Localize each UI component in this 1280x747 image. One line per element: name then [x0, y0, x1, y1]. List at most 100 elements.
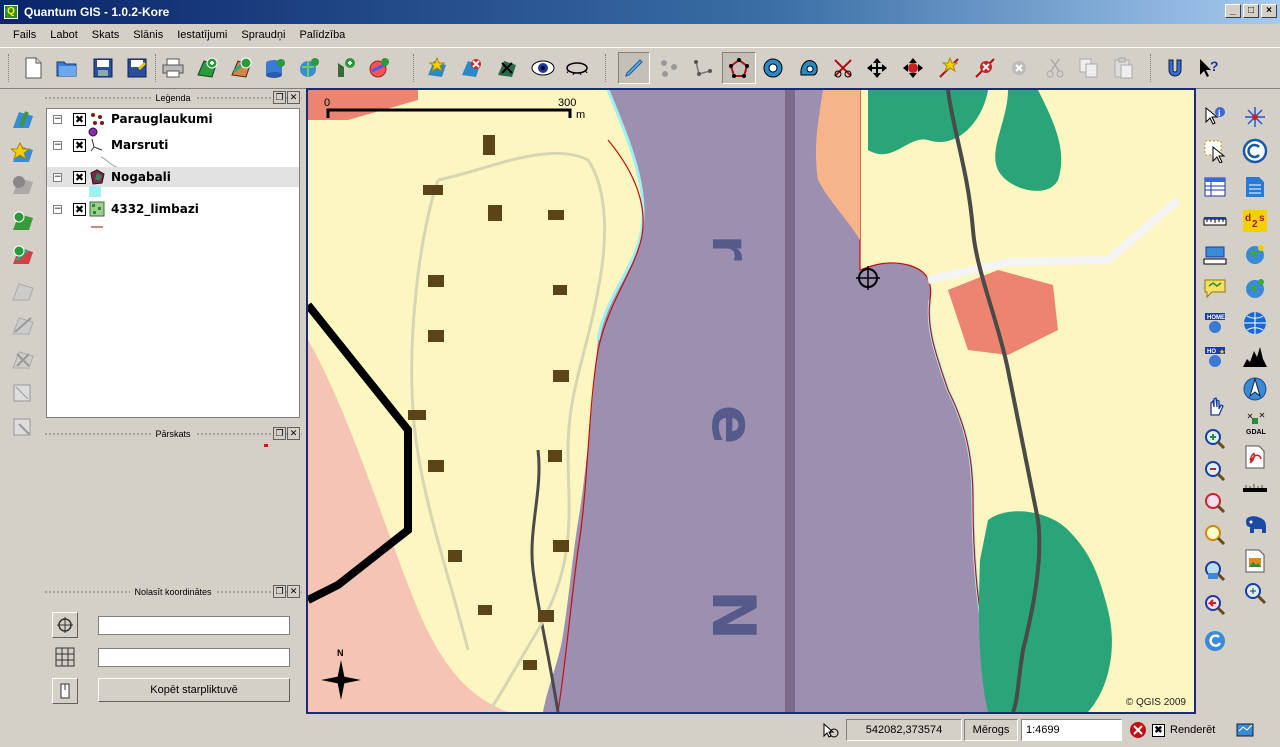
maximize-button[interactable]: □ — [1243, 4, 1259, 18]
layer-visibility-checkbox[interactable]: ✖ — [73, 170, 86, 184]
map-crs-coordinate-field[interactable] — [98, 616, 290, 635]
delete-vertex-icon[interactable] — [970, 53, 1000, 83]
projection-status-icon[interactable] — [1234, 719, 1256, 741]
image-export-icon[interactable] — [1240, 546, 1270, 576]
toggle-editing-icon[interactable] — [618, 52, 650, 84]
attribute-table-icon[interactable] — [1200, 172, 1230, 202]
show-all-layers-icon[interactable] — [528, 53, 558, 83]
zoom-out-icon[interactable] — [1200, 456, 1230, 486]
whats-this-icon[interactable]: ? — [1194, 53, 1224, 83]
measure-line-icon[interactable] — [1200, 206, 1230, 236]
collapse-icon[interactable]: − — [53, 172, 62, 182]
north-arrow-icon[interactable] — [1240, 374, 1270, 404]
close-panel-icon[interactable]: ✕ — [287, 427, 300, 440]
postgis-elephant-icon[interactable] — [1240, 510, 1270, 540]
zoom-full-icon[interactable] — [1200, 520, 1230, 550]
close-panel-icon[interactable]: ✕ — [287, 585, 300, 598]
coordinate-toggle-icon[interactable] — [818, 719, 842, 741]
add-ring-icon[interactable] — [758, 53, 788, 83]
crosshair-icon[interactable] — [52, 612, 78, 638]
select-features-icon[interactable] — [1200, 136, 1230, 166]
toolbar-grip[interactable] — [8, 54, 11, 82]
stop-render-icon[interactable] — [1127, 719, 1149, 741]
menu-settings[interactable]: Iestatījumi — [170, 29, 234, 41]
close-panel-icon[interactable]: ✕ — [287, 91, 300, 104]
save-project-icon[interactable] — [88, 53, 118, 83]
menu-help[interactable]: Palīdzība — [292, 29, 352, 41]
float-panel-icon[interactable]: ❐ — [273, 427, 286, 440]
collapse-icon[interactable]: − — [53, 114, 62, 124]
spatial-bookmark-home-icon[interactable]: HOME — [1200, 308, 1230, 338]
add-raster-icon[interactable] — [8, 206, 38, 236]
new-vector-layer-icon[interactable] — [422, 53, 452, 83]
layer-row-parauglaukumi[interactable]: − ✖ Parauglaukumi — [47, 109, 299, 129]
map-canvas[interactable]: 0 300 m r e N N © QGIS 2009 — [306, 88, 1196, 714]
delimited-text-icon[interactable] — [1240, 172, 1270, 202]
menu-file[interactable]: Fails — [6, 29, 43, 41]
coordinate-display[interactable]: 542082,373574 — [846, 719, 962, 741]
capture-polygon-icon[interactable] — [722, 52, 756, 84]
spatial-bookmark-set-icon[interactable]: HO — [1200, 342, 1230, 372]
move-vertex-icon[interactable] — [898, 53, 928, 83]
gps-tools-icon[interactable] — [1240, 476, 1270, 506]
split-features-icon[interactable] — [828, 53, 858, 83]
new-project-icon[interactable] — [18, 53, 48, 83]
mouse-track-icon[interactable] — [52, 678, 78, 704]
layer-row-4332-limbazi[interactable]: − ✖ 4332_limbazi — [47, 199, 299, 219]
print-icon[interactable] — [158, 53, 188, 83]
zoom-last-icon[interactable] — [1200, 590, 1230, 620]
add-gps-layer-icon[interactable] — [364, 53, 394, 83]
add-wms-layer-icon[interactable] — [294, 53, 324, 83]
add-vector-layer-icon[interactable] — [192, 53, 222, 83]
close-button[interactable]: × — [1261, 4, 1277, 18]
render-toggle[interactable]: ✖ Renderēt — [1152, 719, 1228, 741]
render-checkbox[interactable]: ✖ — [1152, 723, 1165, 737]
add-raster-layer-icon[interactable] — [226, 53, 256, 83]
identify-icon[interactable]: i — [1200, 102, 1230, 132]
copyright-label-icon[interactable] — [1240, 136, 1270, 166]
add-island-icon[interactable] — [794, 53, 824, 83]
capture-line-icon[interactable] — [688, 53, 718, 83]
pdf-export-icon[interactable] — [1240, 442, 1270, 472]
save-as-icon[interactable] — [122, 53, 152, 83]
menu-plugins[interactable]: Spraudņi — [234, 29, 292, 41]
hide-all-layers-icon[interactable] — [562, 53, 592, 83]
copy-to-clipboard-button[interactable]: Kopēt starpliktuvē — [98, 678, 290, 702]
remove-layer-icon[interactable] — [456, 53, 486, 83]
dms-converter-icon[interactable]: d2s — [1240, 206, 1270, 236]
zoom-to-selection-icon[interactable] — [1200, 488, 1230, 518]
measure-area-icon[interactable] — [1200, 240, 1230, 270]
menu-layer[interactable]: Slānis — [126, 29, 170, 41]
collapse-icon[interactable]: − — [53, 204, 62, 214]
add-postgis-layer-icon[interactable] — [260, 53, 290, 83]
zoom-to-layer-icon[interactable] — [1200, 556, 1230, 586]
add-vector-layer-icon[interactable] — [8, 104, 38, 134]
ogr-globe-icon[interactable] — [1240, 274, 1270, 304]
capture-point-icon[interactable] — [654, 53, 684, 83]
layer-visibility-checkbox[interactable]: ✖ — [73, 138, 86, 152]
new-layer-star-icon[interactable] — [8, 138, 38, 168]
profile-graph-icon[interactable] — [1240, 342, 1270, 372]
custom-crs-coordinate-field[interactable] — [98, 648, 290, 667]
zoom-to-point-icon[interactable] — [1240, 578, 1270, 608]
move-feature-icon[interactable] — [862, 53, 892, 83]
menu-view[interactable]: Skats — [85, 29, 127, 41]
wfs-globe-icon[interactable] — [1240, 240, 1270, 270]
menu-edit[interactable]: Labot — [43, 29, 85, 41]
scale-input[interactable]: 1:4699 — [1021, 719, 1122, 741]
magnet-snap-icon[interactable] — [1160, 53, 1190, 83]
pan-icon[interactable] — [1200, 392, 1230, 422]
add-vertex-icon[interactable] — [934, 53, 964, 83]
georeferencer-icon[interactable] — [1240, 102, 1270, 132]
layer-properties-icon[interactable] — [492, 53, 522, 83]
add-raster-color-icon[interactable] — [8, 240, 38, 270]
collapse-icon[interactable]: − — [53, 140, 62, 150]
float-panel-icon[interactable]: ❐ — [273, 91, 286, 104]
gdal-tools-icon[interactable]: GDAL — [1240, 408, 1270, 438]
layer-row-nogabali[interactable]: − ✖ Nogabali — [47, 167, 299, 187]
refresh-icon[interactable] — [1200, 626, 1230, 656]
map-tips-icon[interactable] — [1200, 274, 1230, 304]
add-spatialite-layer-icon[interactable] — [330, 53, 360, 83]
open-project-icon[interactable] — [52, 53, 82, 83]
layer-row-marsruti[interactable]: − ✖ Marsruti — [47, 135, 299, 155]
